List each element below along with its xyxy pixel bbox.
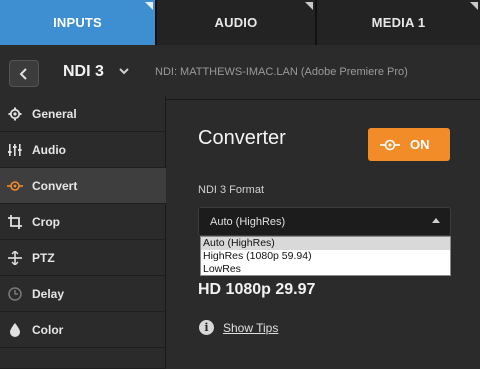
sidebar-item-label: PTZ [32,250,55,265]
sidebar-item-label: Color [32,322,64,337]
sidebar-item-label: Delay [32,286,65,301]
tab-inputs[interactable]: INPUTS [0,0,157,45]
toggle-label: ON [410,137,430,152]
sidebar-item-general[interactable]: General [0,96,166,132]
droplet-icon [0,322,30,337]
caret-up-icon [432,218,440,223]
tab-audio[interactable]: AUDIO [157,0,317,45]
input-name[interactable]: NDI 3 [63,63,104,81]
sidebar-item-label: General [32,106,77,121]
sliders-icon [0,143,30,157]
format-option-lowres[interactable]: LowRes [201,263,450,276]
chevron-left-icon [19,67,27,80]
show-tips-link[interactable]: Show Tips [223,321,278,335]
back-button[interactable] [9,60,39,87]
clock-icon [0,286,30,301]
format-select-value: Auto (HighRes) [210,215,286,228]
ptz-icon [0,250,30,265]
tab-label: INPUTS [53,15,102,30]
page-title: Converter [198,127,286,149]
sidebar-item-color[interactable]: Color [0,312,166,348]
format-option-highres[interactable]: HighRes (1080p 59.94) [201,250,450,263]
crop-icon [0,214,30,229]
tab-corner-indicator [145,2,153,10]
sidebar-item-label: Crop [32,214,60,229]
input-header: NDI 3 NDI: MATTHEWS-IMAC.LAN (Adobe Prem… [0,45,480,100]
convert-icon [0,180,30,192]
format-label: NDI 3 Format [198,184,265,196]
sidebar-item-crop[interactable]: Crop [0,204,166,240]
source-label: NDI: MATTHEWS-IMAC.LAN (Adobe Premiere P… [155,66,408,78]
info-icon[interactable]: i [199,320,214,335]
tab-label: MEDIA 1 [371,15,426,30]
format-select[interactable]: Auto (HighRes) [198,207,451,236]
converter-toggle-button[interactable]: ON [368,128,450,161]
gear-icon [0,107,30,121]
resolution-readout: HD 1080p 29.97 [198,281,316,298]
tab-corner-indicator [305,2,313,10]
sidebar-item-ptz[interactable]: PTZ [0,240,166,276]
format-dropdown-list: Auto (HighRes) HighRes (1080p 59.94) Low… [200,236,451,276]
format-option-auto[interactable]: Auto (HighRes) [201,237,450,250]
chevron-down-icon[interactable] [119,64,129,78]
tab-media-1[interactable]: MEDIA 1 [317,0,480,45]
sidebar-item-audio[interactable]: Audio [0,132,166,168]
sidebar-item-more[interactable] [0,348,166,369]
converter-panel: Converter ON NDI 3 Format Auto (HighRes)… [167,101,480,369]
sidebar-item-label: Convert [32,178,78,193]
sidebar-item-delay[interactable]: Delay [0,276,166,312]
sidebar-item-convert[interactable]: Convert [0,168,166,204]
top-tab-bar: INPUTS AUDIO MEDIA 1 [0,0,480,45]
sidebar: General Audio Convert Crop PTZ Delay Col… [0,96,166,369]
tab-corner-indicator [470,2,478,10]
tab-label: AUDIO [214,15,258,30]
sidebar-item-label: Audio [32,142,66,157]
convert-icon [380,139,400,150]
